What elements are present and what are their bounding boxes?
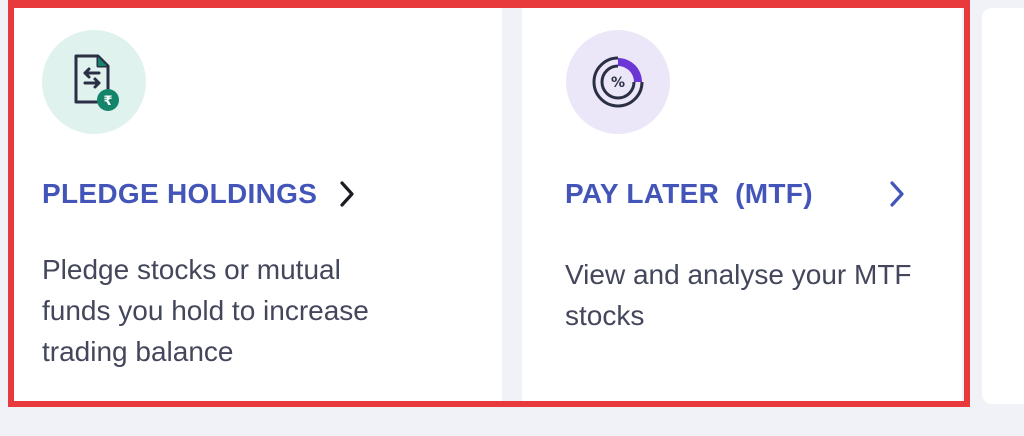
pay-later-mtf-suffix: (MTF) <box>735 178 813 209</box>
pledge-holdings-title: PLEDGE HOLDINGS <box>42 178 318 209</box>
svg-text:₹: ₹ <box>103 94 112 109</box>
chevron-right-icon <box>339 180 355 208</box>
pledge-holdings-card[interactable]: ₹ PLEDGE HOLDINGS Pledge stocks or mutua… <box>8 0 502 404</box>
pledge-holdings-description: Pledge stocks or mutual funds you hold t… <box>42 254 369 367</box>
pay-later-percent-dial-icon: % <box>566 30 670 134</box>
pay-later-description: View and analyse your MTF stocks <box>565 259 912 331</box>
pay-later-mtf-card[interactable]: % PAY LATER (MTF) View and analyse your … <box>522 0 962 404</box>
pledge-document-rupee-icon: ₹ <box>42 30 146 134</box>
pay-later-title: PAY LATER <box>565 178 720 209</box>
pledge-holdings-link[interactable]: PLEDGE HOLDINGS <box>42 178 355 210</box>
next-card-peek[interactable] <box>982 8 1024 404</box>
pay-later-mtf-link[interactable]: PAY LATER (MTF) <box>565 178 905 210</box>
chevron-right-icon <box>889 180 905 208</box>
svg-text:%: % <box>611 75 625 91</box>
